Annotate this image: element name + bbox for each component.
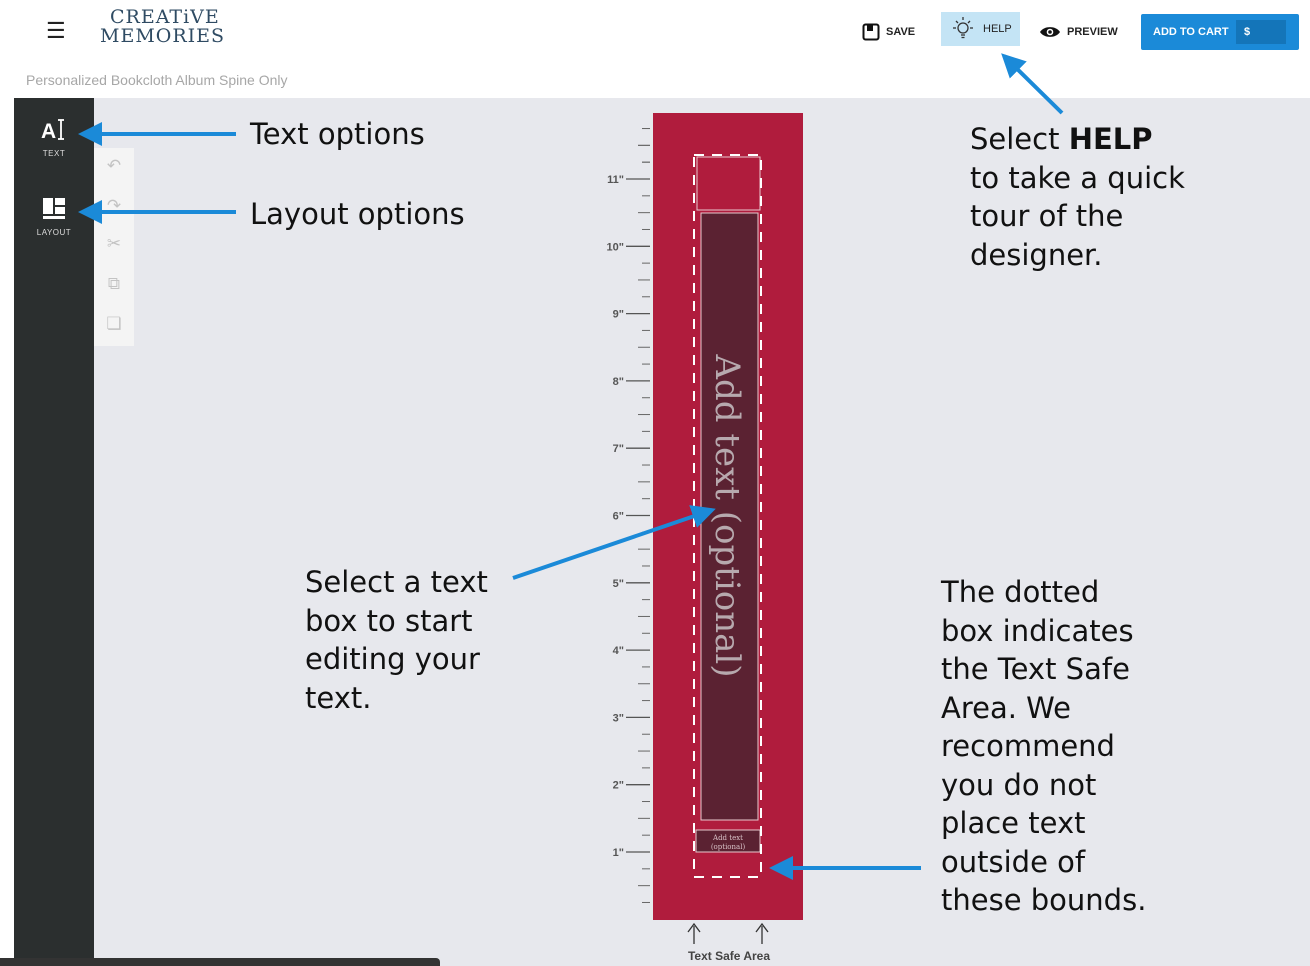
ruler-label: 4" bbox=[613, 645, 624, 657]
dotted-annot-line: recommend bbox=[941, 729, 1115, 763]
annotation-dotted-box: The dotted box indicates the Text Safe A… bbox=[941, 573, 1146, 920]
dotted-annot-line: The dotted bbox=[941, 575, 1100, 609]
ruler-label: 6" bbox=[613, 511, 624, 523]
ruler-label: 5" bbox=[613, 578, 624, 590]
safe-area-arrows bbox=[687, 922, 769, 944]
small-text-line-1: Add text bbox=[712, 834, 743, 842]
dotted-annot-line: Area. We bbox=[941, 690, 1071, 725]
ruler-label: 2" bbox=[613, 780, 624, 792]
dotted-annot-line: outside of bbox=[941, 844, 1086, 879]
ruler-label: 10" bbox=[607, 241, 624, 253]
annotation-select-text: Select a text box to start editing your … bbox=[305, 563, 488, 717]
ruler-label: 3" bbox=[613, 712, 624, 724]
dotted-annot-line: these bounds. bbox=[941, 883, 1147, 917]
annotation-layout-options: Layout options bbox=[250, 197, 465, 231]
bottom-status-strip bbox=[0, 958, 440, 966]
dotted-annot-line: you do not bbox=[941, 767, 1097, 802]
select-annot-line: editing your bbox=[305, 642, 480, 676]
help-annot-line: designer. bbox=[970, 237, 1103, 272]
ruler-label: 7" bbox=[613, 443, 624, 455]
safe-area-label: Text Safe Area bbox=[688, 949, 770, 963]
ruler: 1" 2" 3" 4" 5" 6" 7" 8" 9" 10" 11" bbox=[607, 128, 650, 903]
help-annot-bold: HELP bbox=[1068, 122, 1153, 156]
select-annot-line: text. bbox=[305, 680, 372, 715]
dotted-annot-line: box indicates bbox=[941, 613, 1134, 648]
select-annot-line: box to start bbox=[305, 603, 473, 638]
main-text-placeholder[interactable]: Add text (optional) bbox=[707, 353, 747, 677]
ruler-label: 11" bbox=[607, 174, 624, 186]
annotation-text-options: Text options bbox=[250, 117, 425, 151]
help-annot-line: tour of the bbox=[970, 199, 1124, 233]
help-arrow bbox=[1001, 53, 1064, 115]
select-annot-line: Select a text bbox=[305, 565, 488, 599]
ruler-label: 1" bbox=[613, 847, 624, 859]
ruler-label: 9" bbox=[613, 309, 624, 321]
small-text-line-2: (optional) bbox=[711, 843, 746, 851]
annotation-help: Select HELP to take a quick tour of the … bbox=[970, 120, 1185, 274]
annotation-arrows bbox=[78, 53, 1064, 880]
dotted-annot-line: place text bbox=[941, 806, 1086, 840]
dotted-annot-line: the Text Safe bbox=[941, 652, 1130, 686]
help-annot-text: Select bbox=[970, 122, 1069, 156]
help-annot-line: to take a quick bbox=[970, 160, 1185, 195]
ruler-label: 8" bbox=[613, 376, 624, 388]
